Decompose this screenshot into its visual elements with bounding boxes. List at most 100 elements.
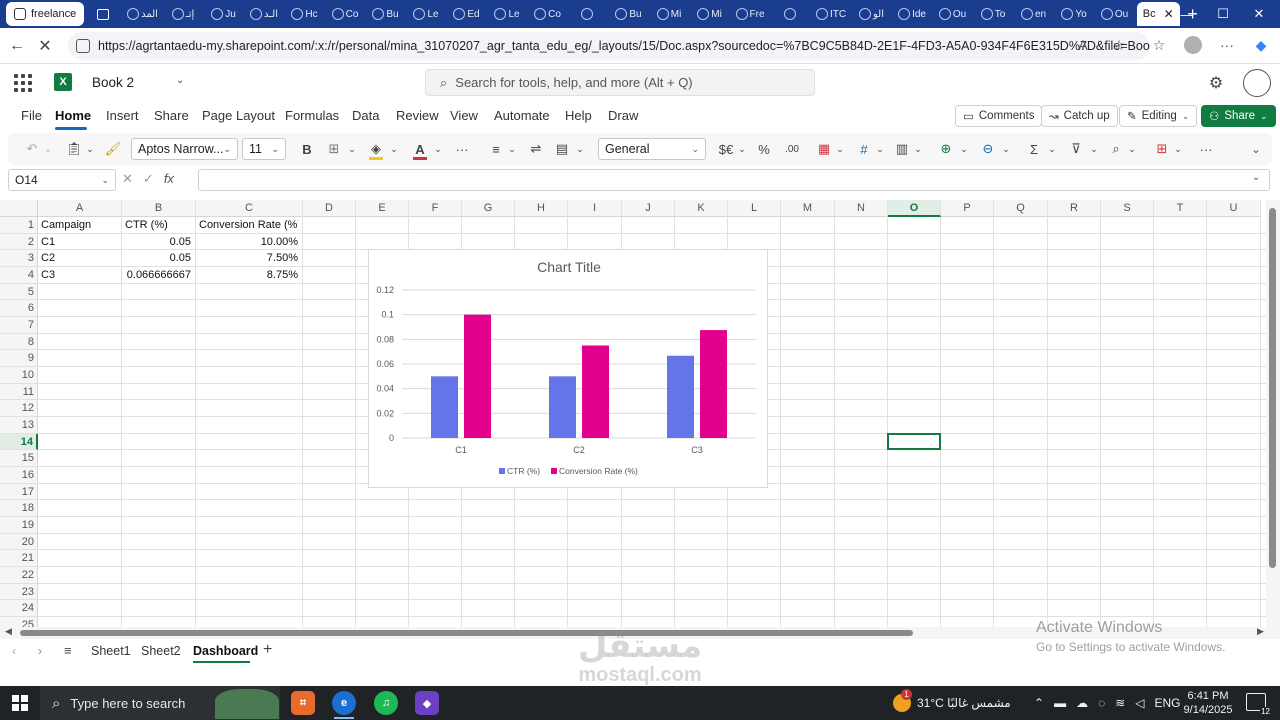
row-header-21[interactable]: 21 — [0, 550, 38, 568]
spotify-icon[interactable]: ♫ — [374, 691, 398, 715]
font-name-dropdown[interactable]: Aptos Narrow... ⌄ — [131, 138, 238, 160]
tab-file[interactable]: File — [21, 108, 42, 123]
cell-B2[interactable]: 0.05 — [125, 234, 191, 250]
column-header-F[interactable]: F — [409, 200, 462, 217]
wifi-icon[interactable]: ≋ — [1115, 696, 1125, 710]
reload-button[interactable]: ✕ — [31, 32, 59, 60]
windows-start-icon[interactable] — [0, 686, 40, 720]
select-all-corner[interactable] — [0, 200, 38, 217]
more-icon[interactable]: ··· — [1216, 34, 1238, 56]
column-header-L[interactable]: L — [728, 200, 781, 217]
share-button[interactable]: ⚇ Share ⌄ — [1201, 105, 1276, 127]
app-icon-purple[interactable]: ◆ — [415, 691, 439, 715]
sheet-tab-dashboard[interactable]: Dashboard — [193, 644, 258, 658]
row-header-14[interactable]: 14 — [0, 433, 38, 451]
align-icon[interactable]: ≡ — [486, 138, 506, 160]
selected-cell[interactable] — [887, 432, 941, 451]
format-painter-icon[interactable]: 🖌︎ — [103, 138, 123, 160]
app-launcher-icon[interactable] — [14, 74, 32, 92]
vertical-scrollbar[interactable] — [1266, 200, 1280, 627]
browser-tab[interactable]: Ide — [892, 3, 933, 25]
scroll-left-icon[interactable]: ◀ — [5, 626, 12, 637]
function-icon[interactable]: fx — [164, 171, 174, 187]
cell-A3[interactable]: C2 — [41, 250, 117, 266]
row-header-16[interactable]: 16 — [0, 467, 38, 484]
chevron-down-icon[interactable]: ⌄ — [1046, 138, 1058, 160]
row-header-4[interactable]: 4 — [0, 267, 38, 284]
close-window-button[interactable]: ✕ — [1236, 0, 1280, 28]
sheet-tab-sheet2[interactable]: Sheet2 — [141, 644, 181, 658]
sheet-tab-sheet1[interactable]: Sheet1 — [91, 644, 131, 658]
chevron-down-icon[interactable]: ⌄ — [834, 138, 846, 160]
more-font-icon[interactable]: ··· — [450, 138, 474, 160]
clock[interactable]: 6:41 PM 9/14/2025 — [1180, 689, 1236, 717]
cell-A4[interactable]: C3 — [41, 267, 117, 283]
chevron-down-icon[interactable]: ⌄ — [388, 138, 400, 160]
browser-tab[interactable]: en — [1013, 3, 1054, 25]
browser-tab[interactable] — [770, 3, 811, 25]
expand-formula-icon[interactable]: ⌄ — [1252, 172, 1260, 183]
column-header-S[interactable]: S — [1101, 200, 1154, 217]
column-header-D[interactable]: D — [303, 200, 356, 217]
comments-button[interactable]: ▭ Comments — [955, 105, 1043, 127]
chart[interactable]: Chart Title 0 0.02 0.04 0.06 0.08 0.1 0.12 C1 C2 C… — [368, 249, 768, 488]
profile-icon[interactable] — [1182, 34, 1204, 56]
cell-C4[interactable]: 8.75% — [199, 267, 298, 283]
cell-C3[interactable]: 7.50% — [199, 250, 298, 266]
row-header-1[interactable]: 1 — [0, 217, 38, 234]
name-box[interactable]: O14 ⌄ — [8, 169, 116, 191]
row-header-2[interactable]: 2 — [0, 233, 38, 251]
tab-review[interactable]: Review — [396, 108, 439, 123]
browser-tab[interactable]: Ou — [1094, 3, 1135, 25]
browser-tab[interactable]: To — [973, 3, 1014, 25]
undo-icon[interactable]: ↶ — [22, 138, 42, 160]
column-header-E[interactable]: E — [356, 200, 409, 217]
chevron-down-icon[interactable]: ⌄ — [506, 138, 518, 160]
cell-A2[interactable]: C1 — [41, 234, 117, 250]
scroll-right-icon[interactable]: ▶ — [1257, 626, 1264, 637]
editing-button[interactable]: ✎ Editing ⌄ — [1119, 105, 1198, 127]
browser-tab[interactable]: ITC — [811, 3, 852, 25]
chevron-down-icon[interactable]: ⌄ — [958, 138, 970, 160]
row-header-19[interactable]: 19 — [0, 517, 38, 534]
language-indicator[interactable]: ENG — [1155, 696, 1181, 710]
formula-input[interactable] — [198, 169, 1270, 191]
battery-icon[interactable]: ▬ — [1054, 696, 1066, 710]
row-header-24[interactable]: 24 — [0, 600, 38, 618]
row-header-15[interactable]: 15 — [0, 450, 38, 468]
scroll-thumb[interactable] — [20, 630, 913, 636]
column-header-R[interactable]: R — [1048, 200, 1101, 217]
tab-formulas[interactable]: Formulas — [285, 108, 339, 123]
search-input[interactable]: ⌕ Search for tools, help, and more (Alt … — [425, 69, 815, 96]
browser-tab[interactable]: Ju — [203, 3, 244, 25]
row-header-23[interactable]: 23 — [0, 583, 38, 601]
row-header-9[interactable]: 9 — [0, 350, 38, 368]
row-header-18[interactable]: 18 — [0, 500, 38, 518]
page-info-icon[interactable] — [76, 39, 90, 53]
row-header-10[interactable]: 10 — [0, 367, 38, 384]
volume-icon[interactable]: ◁ — [1135, 696, 1144, 710]
column-header-G[interactable]: G — [462, 200, 515, 217]
chevron-down-icon[interactable]: ⌄ — [1126, 138, 1138, 160]
row-header-12[interactable]: 12 — [0, 400, 38, 418]
row-header-11[interactable]: 11 — [0, 383, 38, 401]
chevron-down-icon[interactable]: ⌄ — [1088, 138, 1100, 160]
notification-icon[interactable]: 12 — [1246, 693, 1271, 716]
borders-icon[interactable]: ⊞ — [324, 138, 344, 160]
favorite-star-icon[interactable]: ☆ — [1108, 34, 1130, 56]
row-header-22[interactable]: 22 — [0, 567, 38, 584]
tab-automate[interactable]: Automate — [494, 108, 550, 123]
column-header-N[interactable]: N — [835, 200, 888, 217]
column-header-Q[interactable]: Q — [994, 200, 1048, 217]
wrap-text-icon[interactable]: ⇌ — [526, 138, 546, 160]
add-ins-icon[interactable]: ⊞ — [1152, 138, 1172, 160]
copilot-icon[interactable]: ◆ — [1250, 34, 1272, 56]
row-header-7[interactable]: 7 — [0, 317, 38, 334]
scroll-thumb[interactable] — [1269, 208, 1276, 568]
collapse-ribbon-icon[interactable]: ⌄ — [1246, 138, 1266, 160]
browser-tab[interactable]: Co — [527, 3, 568, 25]
all-sheets-icon[interactable]: ≡ — [64, 643, 72, 658]
cell-B3[interactable]: 0.05 — [125, 250, 191, 266]
chevron-up-icon[interactable]: ⌃ — [1034, 696, 1044, 710]
row-header-17[interactable]: 17 — [0, 483, 38, 501]
